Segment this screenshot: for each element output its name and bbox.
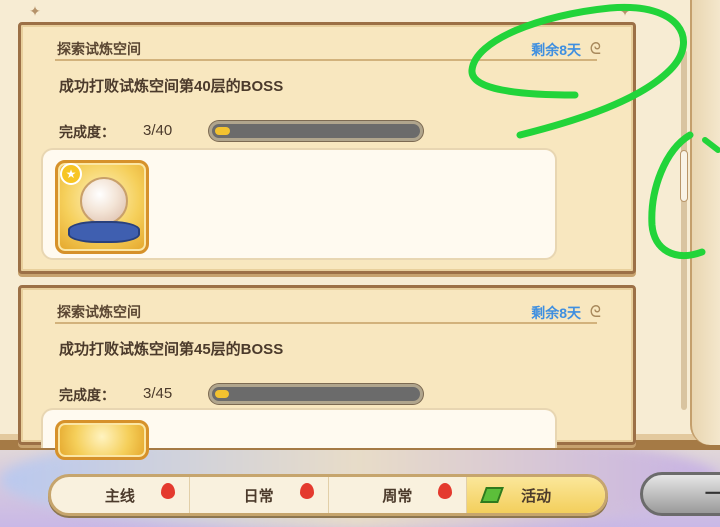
reward-item-icon[interactable]: ★ (55, 160, 149, 254)
tab-label: 活动 (521, 487, 552, 505)
tab-weekly[interactable]: 周常 (329, 477, 468, 513)
quest-card-header: 探索试炼空间 剩余8天 ᘓ (55, 35, 601, 61)
reward-box (41, 408, 557, 460)
notification-badge-icon (438, 483, 453, 499)
tab-event[interactable]: 活动 (467, 477, 605, 513)
time-left-label: 剩余8天 (531, 305, 581, 321)
quest-description: 成功打败试炼空间第45层的BOSS (59, 341, 284, 358)
progress-label: 完成度： (59, 124, 115, 140)
progress-label: 完成度： (59, 387, 115, 403)
claim-all-button[interactable]: 一 (640, 472, 720, 516)
star-badge-icon: ★ (60, 163, 82, 185)
quest-card[interactable]: 探索试炼空间 剩余8天 ᘓ 成功打败试炼空间第40层的BOSS 完成度： 3/4… (18, 22, 636, 274)
swirl-ornament-icon: ᘓ (589, 304, 601, 321)
reward-box: ★ (41, 148, 557, 260)
progress-bar (209, 384, 423, 404)
quest-card-header: 探索试炼空间 剩余8天 ᘓ (55, 298, 601, 324)
progress-bar (209, 121, 423, 141)
scrollbar-thumb[interactable] (680, 150, 688, 202)
reward-item-icon[interactable] (55, 420, 149, 460)
quest-tab-bar: 主线 日常 周常 活动 (48, 474, 608, 516)
notification-badge-icon (160, 483, 175, 499)
progress-fill (215, 127, 230, 135)
corner-ornament-icon: ✦ (619, 3, 631, 19)
progress-count: 3/40 (143, 122, 173, 139)
quest-category: 探索试炼空间 (57, 41, 141, 57)
tab-label: 周常 (382, 487, 413, 505)
time-left-label: 剩余8天 (531, 42, 581, 58)
swirl-ornament-icon: ᘓ (589, 41, 601, 58)
tab-label: 主线 (104, 487, 135, 505)
progress-count: 3/45 (143, 385, 173, 402)
notification-badge-icon (299, 483, 314, 499)
quest-card[interactable]: 探索试炼空间 剩余8天 ᘓ 成功打败试炼空间第45层的BOSS 完成度： 3/4… (18, 285, 636, 460)
tab-label: 日常 (243, 487, 274, 505)
tab-daily[interactable]: 日常 (190, 477, 329, 513)
progress-fill (215, 390, 229, 398)
cushion-icon (68, 221, 140, 243)
flag-icon (480, 487, 505, 503)
scrollbar-track[interactable] (681, 50, 687, 410)
book-page-edge (690, 0, 720, 445)
corner-ornament-icon: ✦ (29, 3, 41, 19)
tab-main[interactable]: 主线 (51, 477, 190, 513)
snow-globe-icon (80, 177, 128, 225)
quest-description: 成功打败试炼空间第40层的BOSS (59, 78, 284, 95)
quest-category: 探索试炼空间 (57, 304, 141, 320)
